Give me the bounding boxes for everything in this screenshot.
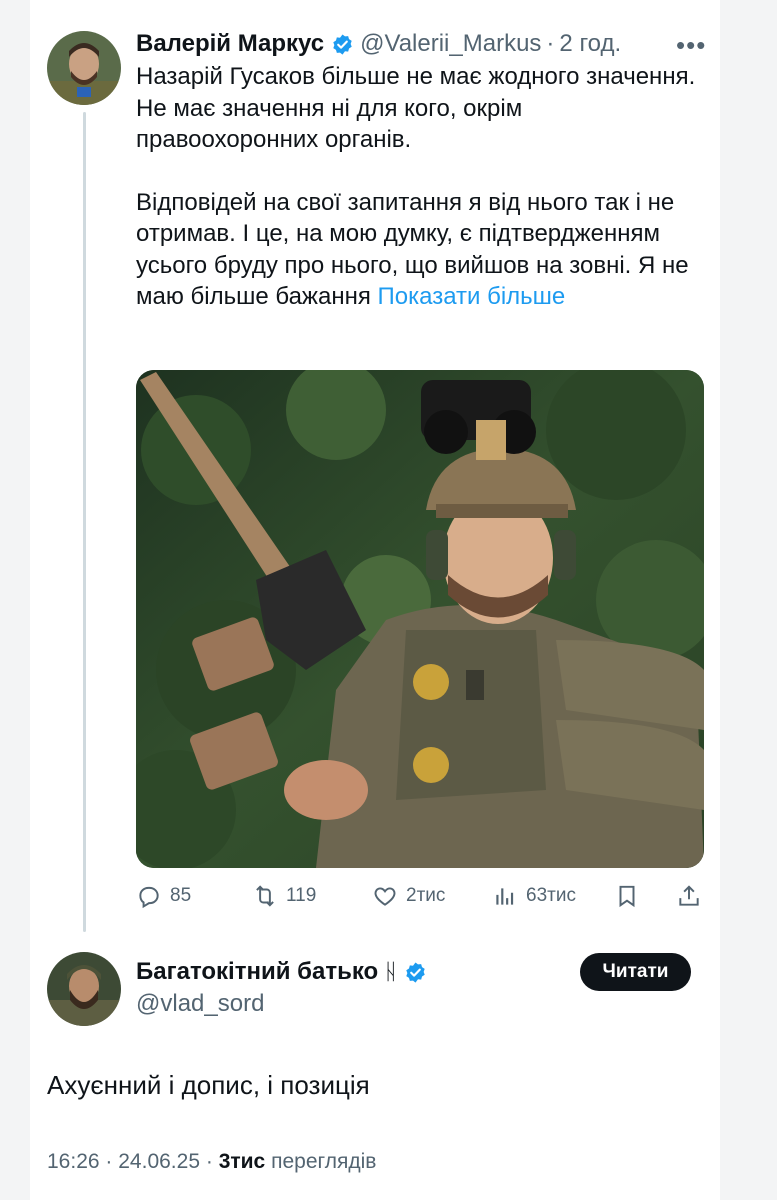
reply-author-handle[interactable]: @vlad_sord (136, 990, 264, 1018)
repost-button[interactable]: 119 (252, 878, 316, 914)
thread-line (83, 112, 86, 932)
tweet-time[interactable]: 2 год. (559, 30, 621, 58)
tweet-text: Назарій Гусаков більше не має жодного зн… (136, 61, 706, 313)
reply-time[interactable]: 16:26 (47, 1150, 100, 1173)
share-button[interactable] (676, 878, 710, 914)
views-button[interactable]: 63тис (492, 878, 576, 914)
bookmark-icon (619, 885, 635, 908)
verified-badge-icon (331, 33, 354, 56)
like-icon (374, 887, 396, 906)
views-icon (496, 888, 514, 905)
show-more-link[interactable]: Показати більше (378, 283, 566, 310)
share-icon (679, 885, 699, 906)
reply-author-rune: ᚺ (384, 959, 398, 984)
more-dots-icon[interactable]: ••• (676, 30, 706, 61)
tweet-paragraph-1: Назарій Гусаков більше не має жодного зн… (136, 63, 696, 153)
reply-author-name[interactable]: Багатокітний батько (136, 958, 378, 986)
tweet-header: Валерій Маркус @Valerii_Markus · 2 год. (136, 26, 696, 62)
reply-author-header: Багатокітний батько ᚺ (136, 955, 433, 989)
reply-author-avatar[interactable] (47, 952, 121, 1026)
author-avatar[interactable] (47, 31, 121, 105)
tweet-media-photo[interactable] (136, 370, 704, 868)
follow-button[interactable]: Читати (580, 953, 691, 991)
reply-views-label: переглядів (271, 1150, 377, 1173)
reply-date[interactable]: 24.06.25 (118, 1150, 200, 1173)
author-name[interactable]: Валерій Маркус (136, 30, 324, 58)
reply-meta: 16:26 · 24.06.25 · 3тис переглядів (47, 1150, 376, 1174)
reply-button[interactable]: 85 (136, 878, 191, 914)
reply-icon (139, 886, 159, 909)
verified-badge-icon (404, 961, 427, 984)
tweet-actions-bar: 85 119 2тис 63тис (136, 878, 706, 914)
header-separator: · (546, 30, 555, 57)
like-button[interactable]: 2тис (372, 878, 445, 914)
repost-icon (256, 885, 274, 907)
views-count: 63тис (526, 885, 576, 906)
like-count: 2тис (406, 885, 446, 906)
reply-views-count: 3тис (218, 1150, 266, 1173)
reply-count: 85 (170, 885, 192, 906)
author-handle[interactable]: @Valerii_Markus (360, 30, 541, 58)
meta-separator-1: · (105, 1150, 113, 1173)
tweet-paragraph-2: Відповідей на свої запитання я від нього… (136, 187, 706, 313)
repost-count: 119 (286, 885, 317, 906)
meta-separator-2: · (205, 1150, 213, 1173)
reply-text: Ахуєнний і допис, і позиція (47, 1070, 370, 1100)
bookmark-button[interactable] (614, 878, 648, 914)
